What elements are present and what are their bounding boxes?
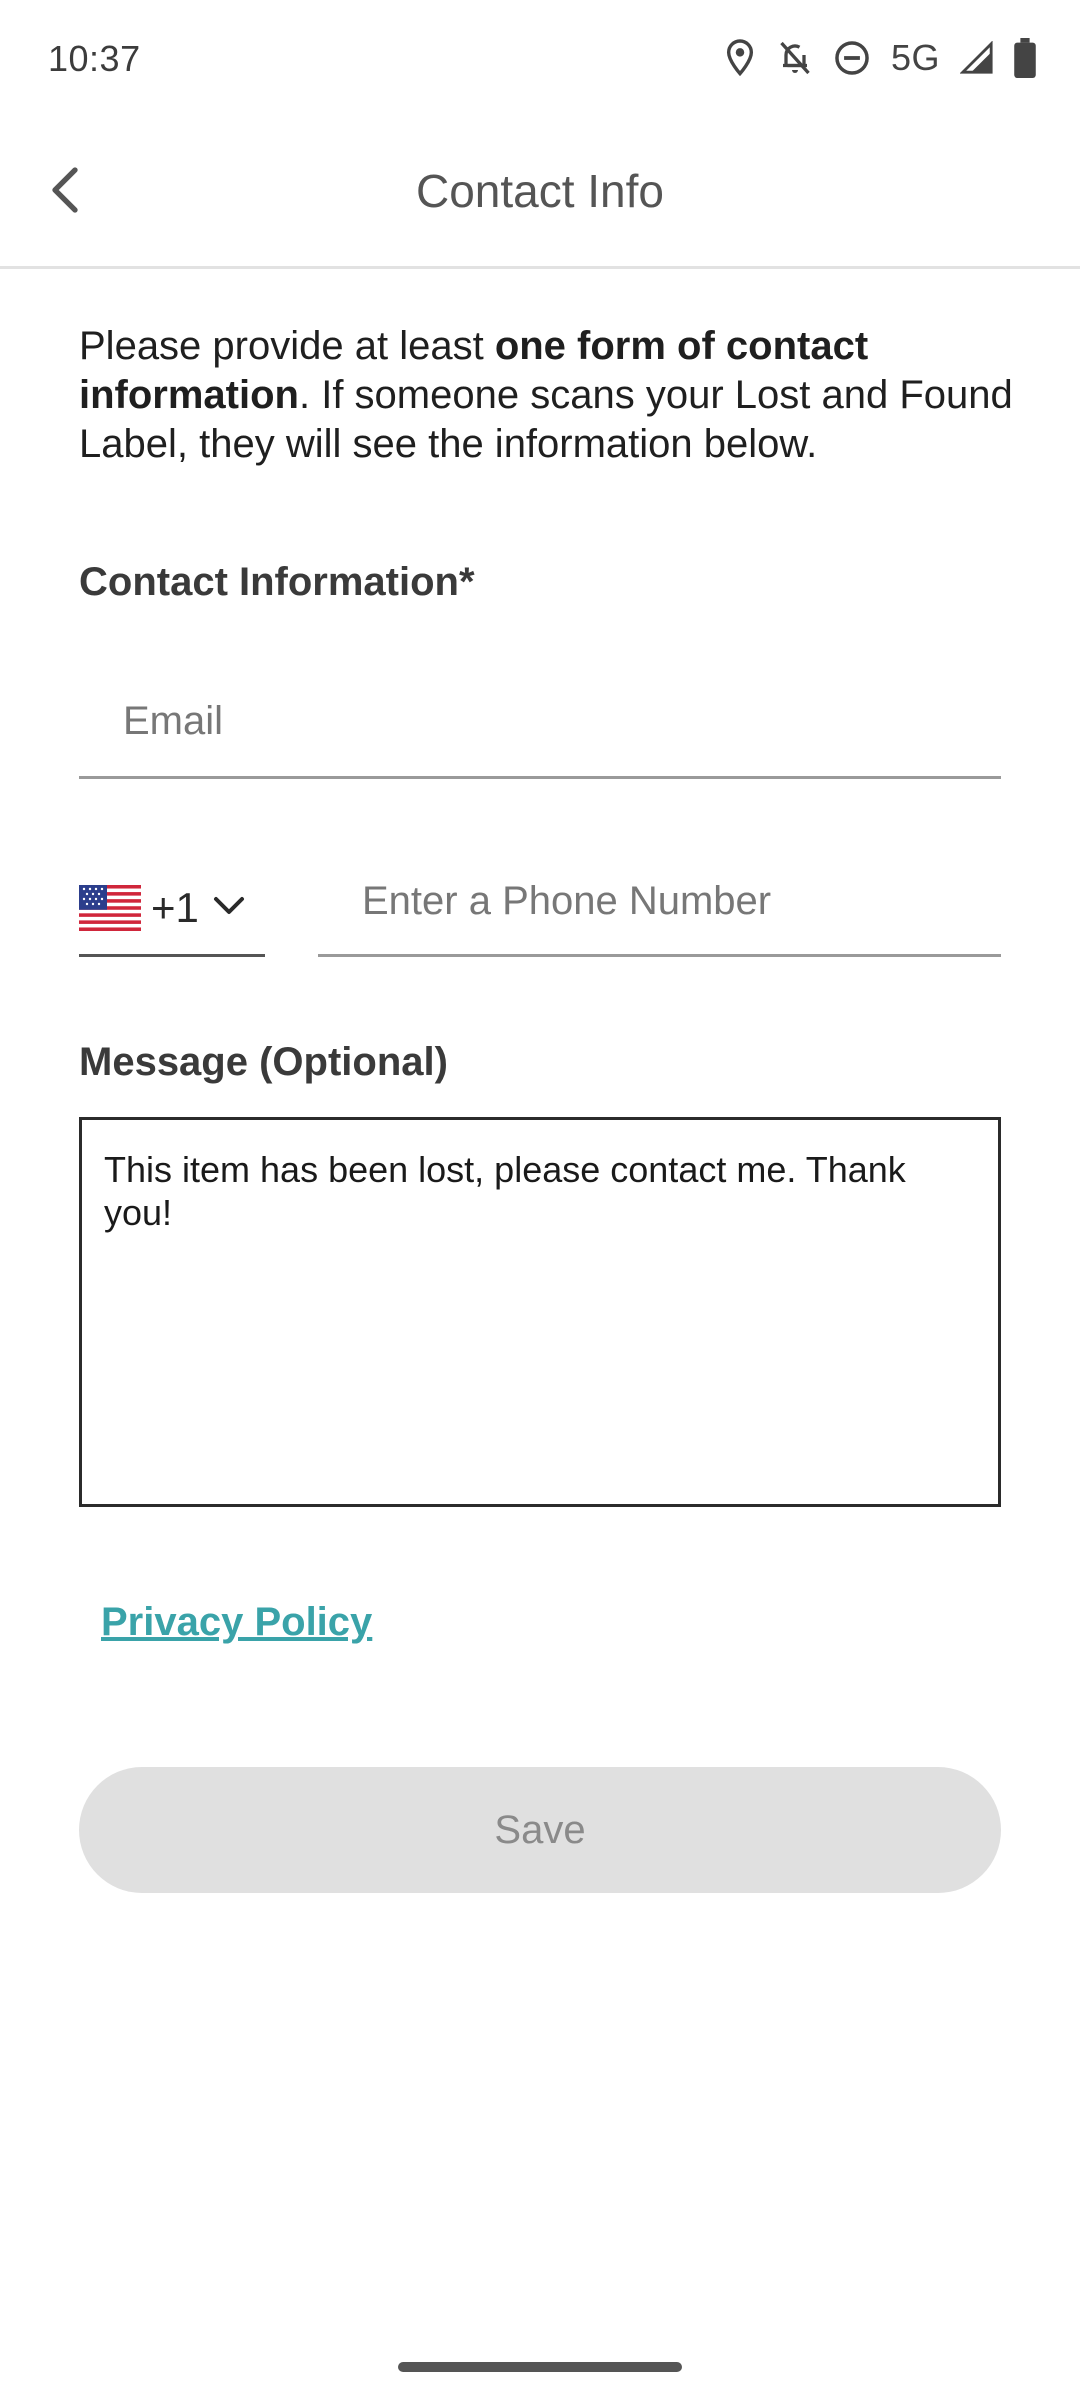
location-icon: [723, 38, 757, 78]
us-flag-icon: [79, 885, 141, 931]
message-label: Message (Optional): [79, 1040, 448, 1084]
intro-part1: Please provide at least: [79, 324, 495, 368]
app-bar: Contact Info: [0, 118, 1080, 269]
do-not-disturb-icon: [833, 39, 871, 77]
privacy-policy-link[interactable]: Privacy Policy: [101, 1600, 372, 1645]
network-label: 5G: [890, 37, 940, 78]
country-code-picker[interactable]: +1: [79, 862, 265, 957]
status-time: 10:37: [48, 38, 141, 79]
status-icons: 5G: [723, 34, 1036, 82]
phone-input[interactable]: [360, 870, 984, 932]
intro-text: Please provide at least one form of cont…: [79, 322, 1019, 469]
country-code: +1: [151, 884, 199, 931]
email-input[interactable]: [121, 690, 985, 752]
email-field[interactable]: [79, 668, 1001, 779]
save-button[interactable]: Save: [79, 1767, 1001, 1893]
contact-info-label: Contact Information*: [79, 560, 475, 604]
message-box[interactable]: [79, 1117, 1001, 1507]
chevron-down-icon: [213, 895, 245, 922]
phone-field[interactable]: [318, 862, 1001, 957]
home-indicator[interactable]: [398, 2362, 682, 2372]
notifications-off-icon: [777, 38, 813, 78]
signal-icon: [960, 41, 994, 75]
page-title: Contact Info: [415, 165, 665, 217]
status-bar: 10:37 5G: [0, 0, 1080, 118]
battery-icon: [1014, 38, 1036, 78]
message-textarea[interactable]: [104, 1148, 974, 1478]
